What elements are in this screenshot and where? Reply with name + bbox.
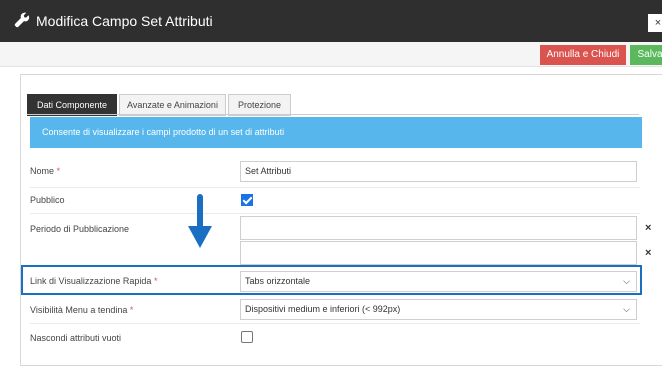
nome-input[interactable]: Set Attributi (240, 161, 637, 182)
action-bar: Annulla e Chiudi Salva (0, 42, 662, 67)
periodo-start-input[interactable] (240, 216, 637, 240)
visibilita-label: Visibilità Menu a tendina * (30, 305, 133, 315)
dialog-title: Modifica Campo Set Attributi (36, 13, 213, 29)
tab-dati-componente[interactable]: Dati Componente (27, 94, 117, 116)
row-divider (30, 213, 640, 214)
nome-label: Nome * (30, 166, 60, 176)
chevron-down-icon: ⌵ (623, 304, 630, 314)
nascondi-label: Nascondi attributi vuoti (30, 333, 122, 343)
pubblico-label: Pubblico (30, 195, 65, 205)
wrench-icon (14, 12, 30, 28)
row-divider (30, 187, 640, 188)
nome-label-text: Nome (30, 166, 55, 176)
row-divider (30, 323, 640, 324)
arrow-down-icon (188, 194, 212, 248)
tab-divider (27, 114, 639, 115)
dialog-titlebar: Modifica Campo Set Attributi × (0, 0, 662, 42)
visibilita-select[interactable]: Dispositivi medium e inferiori (< 992px)… (240, 299, 637, 320)
visibilita-label-text: Visibilità Menu a tendina (30, 305, 128, 315)
required-marker: * (129, 305, 134, 315)
pubblico-checkbox[interactable] (241, 194, 253, 206)
link-label: Link di Visualizzazione Rapida * (30, 276, 157, 286)
link-label-text: Link di Visualizzazione Rapida (30, 276, 152, 286)
required-marker: * (153, 276, 158, 286)
tab-avanzate-animazioni[interactable]: Avanzate e Animazioni (119, 94, 226, 116)
link-select[interactable]: Tabs orizzontale ⌵ (240, 271, 637, 292)
close-button[interactable]: × (648, 14, 662, 32)
visibilita-select-value: Dispositivi medium e inferiori (< 992px) (245, 304, 401, 314)
chevron-down-icon: ⌵ (623, 276, 630, 286)
link-select-value: Tabs orizzontale (245, 276, 311, 286)
periodo-end-input[interactable] (240, 241, 637, 265)
save-button[interactable]: Salva (630, 45, 662, 65)
tab-protezione[interactable]: Protezione (228, 94, 291, 116)
close-icon[interactable]: × (645, 247, 651, 259)
cancel-and-close-button[interactable]: Annulla e Chiudi (540, 45, 626, 65)
info-banner: Consente di visualizzare i campi prodott… (30, 117, 642, 148)
periodo-label: Periodo di Pubblicazione (30, 224, 130, 234)
required-marker: * (56, 166, 61, 176)
close-icon[interactable]: × (645, 222, 651, 234)
nascondi-checkbox[interactable] (241, 331, 253, 343)
